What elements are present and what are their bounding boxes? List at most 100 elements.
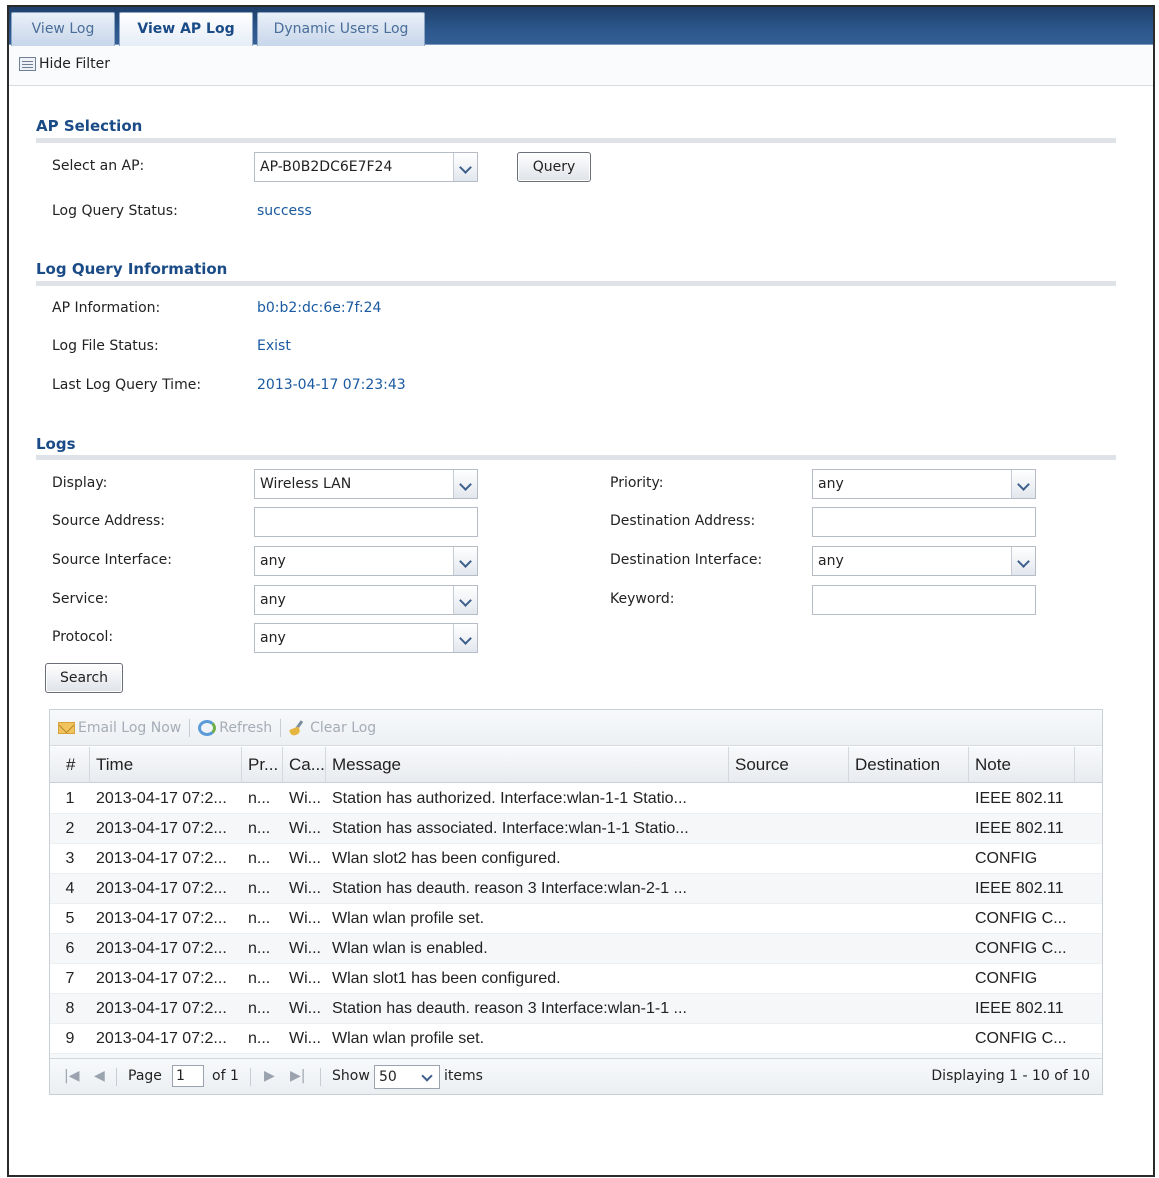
column-header-category[interactable]: Ca...: [283, 747, 326, 783]
cell-destination: [849, 994, 969, 1024]
column-header-time[interactable]: Time: [90, 747, 242, 783]
protocol-select-value: any: [260, 630, 286, 646]
toolbar-separator: [189, 718, 191, 737]
first-page-icon[interactable]: |◀: [64, 1068, 79, 1084]
cell-time: 2013-04-17 07:2...: [96, 970, 227, 987]
cell-priority: n...: [248, 850, 271, 867]
table-row[interactable]: 3 2013-04-17 07:2... n... Wi... Wlan slot2 h…: [50, 844, 1102, 874]
destination-address-input[interactable]: [812, 507, 1036, 537]
cell-number: 9: [65, 1030, 75, 1047]
source-address-input[interactable]: [254, 507, 478, 537]
source-interface-select[interactable]: any: [254, 546, 478, 576]
tab-dynamic-users-log[interactable]: Dynamic Users Log: [257, 12, 425, 46]
cell-source: [729, 994, 849, 1024]
cell-number: 8: [65, 1000, 75, 1017]
cell-number: 7: [65, 970, 75, 987]
cell-category: Wi...: [289, 820, 321, 837]
cell-source: [729, 844, 849, 874]
display-label: Display:: [52, 475, 108, 491]
refresh-button[interactable]: Refresh: [198, 719, 273, 736]
show-label: Show: [332, 1068, 370, 1084]
cell-note: IEEE 802.11: [975, 820, 1064, 837]
tab-view-ap-log[interactable]: View AP Log: [119, 12, 253, 46]
table-row[interactable]: 2 2013-04-17 07:2... n... Wi... Station has …: [50, 814, 1102, 844]
source-interface-label: Source Interface:: [52, 552, 172, 568]
protocol-select[interactable]: any: [254, 623, 478, 653]
tab-view-log[interactable]: View Log: [11, 12, 115, 46]
chevron-down-icon[interactable]: [453, 586, 477, 614]
chevron-down-icon[interactable]: [453, 547, 477, 575]
column-header-priority[interactable]: Pr...: [242, 747, 283, 783]
ap-select[interactable]: AP-B0B2DC6E7F24: [254, 152, 478, 182]
section-title-logs: Logs: [36, 435, 76, 453]
cell-category: Wi...: [289, 910, 321, 927]
cell-number: 1: [65, 790, 75, 807]
refresh-icon: [198, 719, 217, 736]
pager-separator: [116, 1068, 117, 1086]
table-row[interactable]: 8 2013-04-17 07:2... n... Wi... Station has …: [50, 994, 1102, 1024]
service-select[interactable]: any: [254, 585, 478, 615]
ap-information-value: b0:b2:dc:6e:7f:24: [257, 300, 382, 316]
table-row[interactable]: 4 2013-04-17 07:2... n... Wi... Station has …: [50, 874, 1102, 904]
cell-priority: n...: [248, 970, 271, 987]
column-header-note[interactable]: Note: [969, 747, 1075, 783]
email-log-now-label: Email Log Now: [78, 719, 182, 736]
last-page-icon[interactable]: ▶|: [290, 1068, 305, 1084]
priority-select[interactable]: any: [812, 469, 1036, 499]
keyword-input[interactable]: [812, 585, 1036, 615]
next-page-icon[interactable]: ▶: [264, 1068, 275, 1084]
column-header-destination[interactable]: Destination: [849, 747, 969, 783]
cell-message: Wlan wlan profile set.: [332, 910, 485, 927]
chevron-down-icon[interactable]: [1011, 470, 1035, 498]
chevron-down-icon[interactable]: [1011, 547, 1035, 575]
table-row[interactable]: 1 2013-04-17 07:2... n... Wi... Station has …: [50, 784, 1102, 814]
cell-category: Wi...: [289, 880, 321, 897]
display-select-value: Wireless LAN: [260, 476, 352, 492]
cell-category: Wi...: [289, 1030, 321, 1047]
priority-label: Priority:: [610, 475, 664, 491]
tab-bar: View Log View AP Log Dynamic Users Log: [9, 7, 1153, 46]
cell-number: 4: [65, 880, 75, 897]
hide-filter-button[interactable]: Hide Filter: [19, 56, 110, 72]
items-label: items: [444, 1068, 483, 1084]
log-query-status-value: success: [257, 203, 312, 219]
chevron-down-icon[interactable]: [453, 470, 477, 498]
table-row[interactable]: 7 2013-04-17 07:2... n... Wi... Wlan slot1 h…: [50, 964, 1102, 994]
section-title-ap-selection: AP Selection: [36, 117, 143, 135]
service-select-value: any: [260, 592, 286, 608]
query-button[interactable]: Query: [517, 152, 591, 182]
chevron-down-icon[interactable]: [453, 153, 477, 181]
destination-interface-select[interactable]: any: [812, 546, 1036, 576]
column-header-number[interactable]: #: [50, 747, 90, 783]
log-grid: Email Log Now Refresh Clear Log # Time P…: [49, 709, 1103, 1095]
table-row[interactable]: 9 2013-04-17 07:2... n... Wi... Wlan wlan pr…: [50, 1024, 1102, 1054]
pager-separator: [320, 1068, 321, 1086]
cell-message: Wlan slot2 has been configured.: [332, 850, 561, 867]
table-row[interactable]: 5 2013-04-17 07:2... n... Wi... Wlan wlan pr…: [50, 904, 1102, 934]
cell-note: CONFIG: [975, 970, 1038, 987]
column-header-source[interactable]: Source: [729, 747, 849, 783]
clear-log-label: Clear Log: [310, 719, 377, 736]
chevron-down-icon[interactable]: [453, 624, 477, 652]
cell-message: Wlan wlan profile set.: [332, 1030, 485, 1047]
cell-note: CONFIG: [975, 850, 1038, 867]
table-row[interactable]: 6 2013-04-17 07:2... n... Wi... Wlan wlan is…: [50, 934, 1102, 964]
last-log-query-time-value: 2013-04-17 07:23:43: [257, 377, 406, 393]
cell-priority: n...: [248, 910, 271, 927]
previous-page-icon[interactable]: ◀: [94, 1068, 105, 1084]
page-size-select[interactable]: 50: [374, 1065, 440, 1089]
column-header-message[interactable]: Message: [326, 747, 729, 783]
cell-destination: [849, 904, 969, 934]
email-log-now-button[interactable]: Email Log Now: [58, 720, 181, 736]
protocol-label: Protocol:: [52, 629, 114, 645]
clear-log-button[interactable]: Clear Log: [289, 720, 376, 736]
display-select[interactable]: Wireless LAN: [254, 469, 478, 499]
cell-priority: n...: [248, 940, 271, 957]
cell-source: [729, 934, 849, 964]
cell-category: Wi...: [289, 790, 321, 807]
cell-category: Wi...: [289, 850, 321, 867]
refresh-label: Refresh: [219, 719, 273, 736]
page-number-input[interactable]: 1: [172, 1065, 204, 1087]
search-button[interactable]: Search: [45, 663, 123, 693]
section-divider: [36, 281, 1116, 286]
